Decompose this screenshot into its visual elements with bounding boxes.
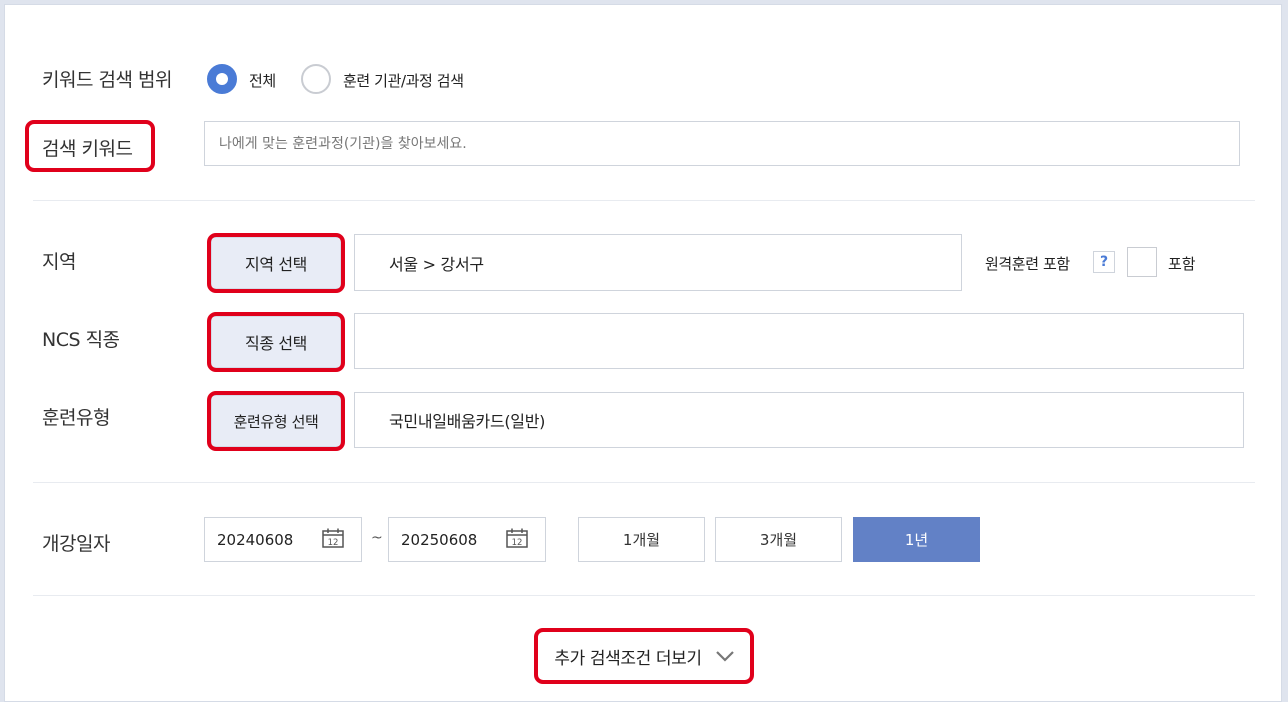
ncs-label: NCS 직종 (42, 329, 120, 351)
calendar-icon[interactable]: 12 (322, 528, 344, 548)
start-date-label: 개강일자 (42, 533, 110, 555)
more-conditions-button[interactable]: 추가 검색조건 더보기 (538, 632, 750, 680)
radio-scope-all[interactable] (207, 64, 237, 94)
training-type-label: 훈련유형 (42, 407, 110, 429)
ncs-select-button[interactable]: 직종 선택 (211, 316, 341, 368)
divider (33, 595, 1255, 596)
remote-include-label[interactable]: 포함 (1168, 253, 1196, 274)
region-select-button[interactable]: 지역 선택 (211, 237, 341, 289)
radio-scope-institution[interactable] (301, 64, 331, 94)
keyword-scope-label: 키워드 검색 범위 (42, 69, 172, 91)
more-conditions-label: 추가 검색조건 더보기 (554, 648, 702, 669)
svg-text:12: 12 (512, 538, 523, 548)
remote-include-checkbox[interactable] (1127, 247, 1157, 277)
chevron-down-icon (715, 650, 734, 662)
date-range-tilde: ~ (371, 530, 383, 546)
svg-text:12: 12 (328, 538, 339, 548)
divider (33, 200, 1255, 201)
remote-training-label: 원격훈련 포함 (985, 255, 1070, 273)
search-form: 키워드 검색 범위 전체 훈련 기관/과정 검색 검색 키워드 지역 지역 선택… (4, 4, 1282, 702)
calendar-icon[interactable]: 12 (506, 528, 528, 548)
training-type-value-field[interactable]: 국민내일배움카드(일반) (354, 392, 1244, 448)
period-3-month-button[interactable]: 3개월 (715, 517, 842, 562)
radio-scope-institution-label[interactable]: 훈련 기관/과정 검색 (343, 70, 464, 91)
help-icon[interactable]: ? (1093, 251, 1115, 273)
period-1-year-button[interactable]: 1년 (853, 517, 980, 562)
period-1-month-button[interactable]: 1개월 (578, 517, 705, 562)
region-label: 지역 (42, 251, 76, 273)
training-type-select-button[interactable]: 훈련유형 선택 (211, 395, 341, 447)
keyword-label: 검색 키워드 (42, 138, 133, 160)
ncs-value-field[interactable] (354, 313, 1244, 369)
divider (33, 482, 1255, 483)
keyword-input[interactable] (204, 121, 1240, 166)
radio-scope-all-label[interactable]: 전체 (249, 70, 276, 91)
region-value-field[interactable]: 서울 > 강서구 (354, 234, 962, 291)
date-from-value: 20240608 (217, 530, 294, 549)
date-to-value: 20250608 (401, 530, 478, 549)
